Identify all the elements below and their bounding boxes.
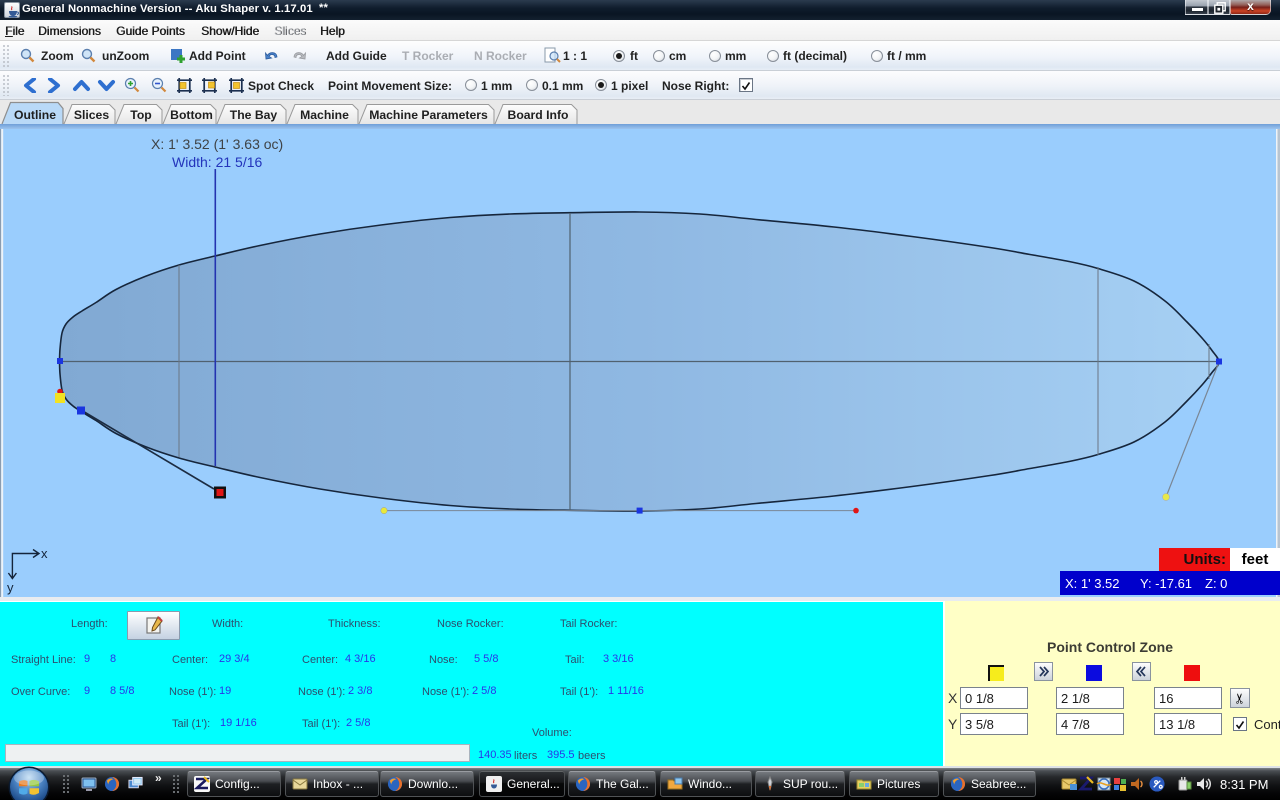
svg-text:Machine: Machine <box>300 108 349 122</box>
svg-text:Machine Parameters: Machine Parameters <box>369 108 488 122</box>
svg-text:Outline: Outline <box>14 108 56 122</box>
svg-text:Bottom: Bottom <box>170 108 213 122</box>
svg-text:Top: Top <box>130 108 151 122</box>
svg-text:The Bay: The Bay <box>230 108 278 122</box>
svg-text:Slices: Slices <box>74 108 109 122</box>
svg-text:Board Info: Board Info <box>508 108 569 122</box>
svg-text:Width: 21 5/16: Width: 21 5/16 <box>172 154 262 170</box>
svg-text:x: x <box>41 546 48 561</box>
svg-text:y: y <box>7 580 14 595</box>
svg-text:X: 1' 3.52 (1' 3.63 oc): X: 1' 3.52 (1' 3.63 oc) <box>151 136 283 152</box>
